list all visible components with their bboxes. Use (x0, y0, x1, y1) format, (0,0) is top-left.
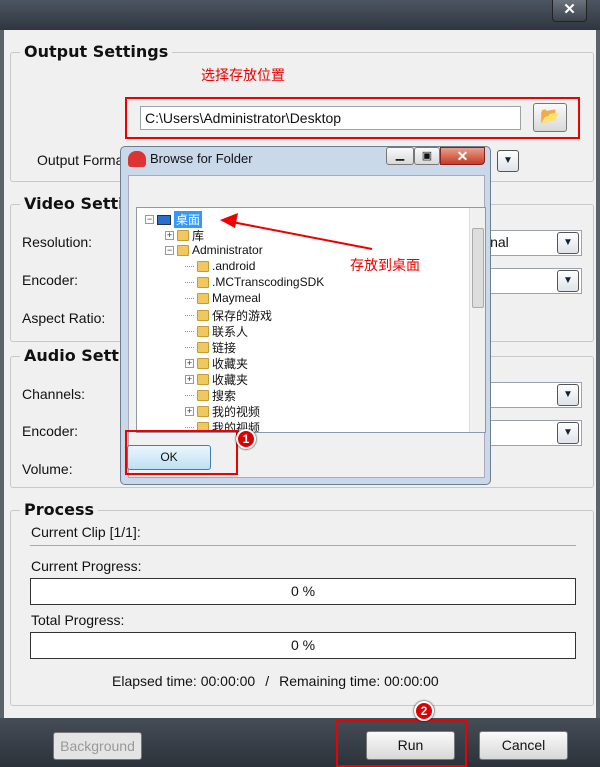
annotation-save-to-desktop: 存放到桌面 (350, 257, 420, 273)
annotation-arrow (220, 213, 373, 250)
